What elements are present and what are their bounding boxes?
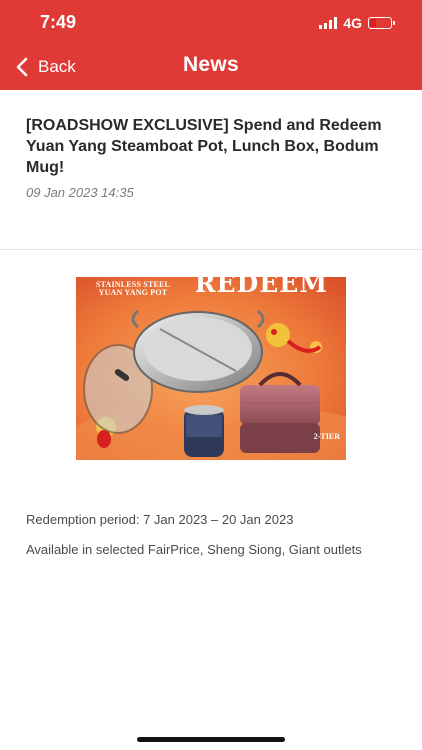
app-header: 7:49 4G Back News — [0, 0, 422, 90]
battery-icon — [368, 17, 395, 29]
page-title: News — [182, 53, 240, 76]
status-time: 7:49 — [40, 12, 77, 32]
banner-label-redeem: REDEEM — [194, 277, 328, 298]
article-title: [ROADSHOW EXCLUSIVE] Spend and Redeem Yu… — [26, 117, 382, 177]
promo-banner-image: STAINLESS STEEL YUAN YANG POT REDEEM 2-T… — [76, 277, 346, 460]
article-date: 09 Jan 2023 14:35 — [26, 185, 134, 200]
divider — [0, 249, 422, 250]
banner-artwork — [76, 277, 346, 460]
signal-icon — [319, 17, 338, 29]
status-indicators: 4G — [319, 15, 395, 31]
banner-label-tier: 2-TIER — [313, 432, 340, 441]
banner-label-pot: STAINLESS STEEL YUAN YANG POT — [95, 280, 171, 298]
network-type: 4G — [343, 15, 362, 31]
redemption-period: Redemption period: 7 Jan 2023 – 20 Jan 2… — [26, 512, 294, 527]
availability-info: Available in selected FairPrice, Sheng S… — [26, 542, 362, 557]
home-indicator[interactable] — [137, 737, 285, 742]
